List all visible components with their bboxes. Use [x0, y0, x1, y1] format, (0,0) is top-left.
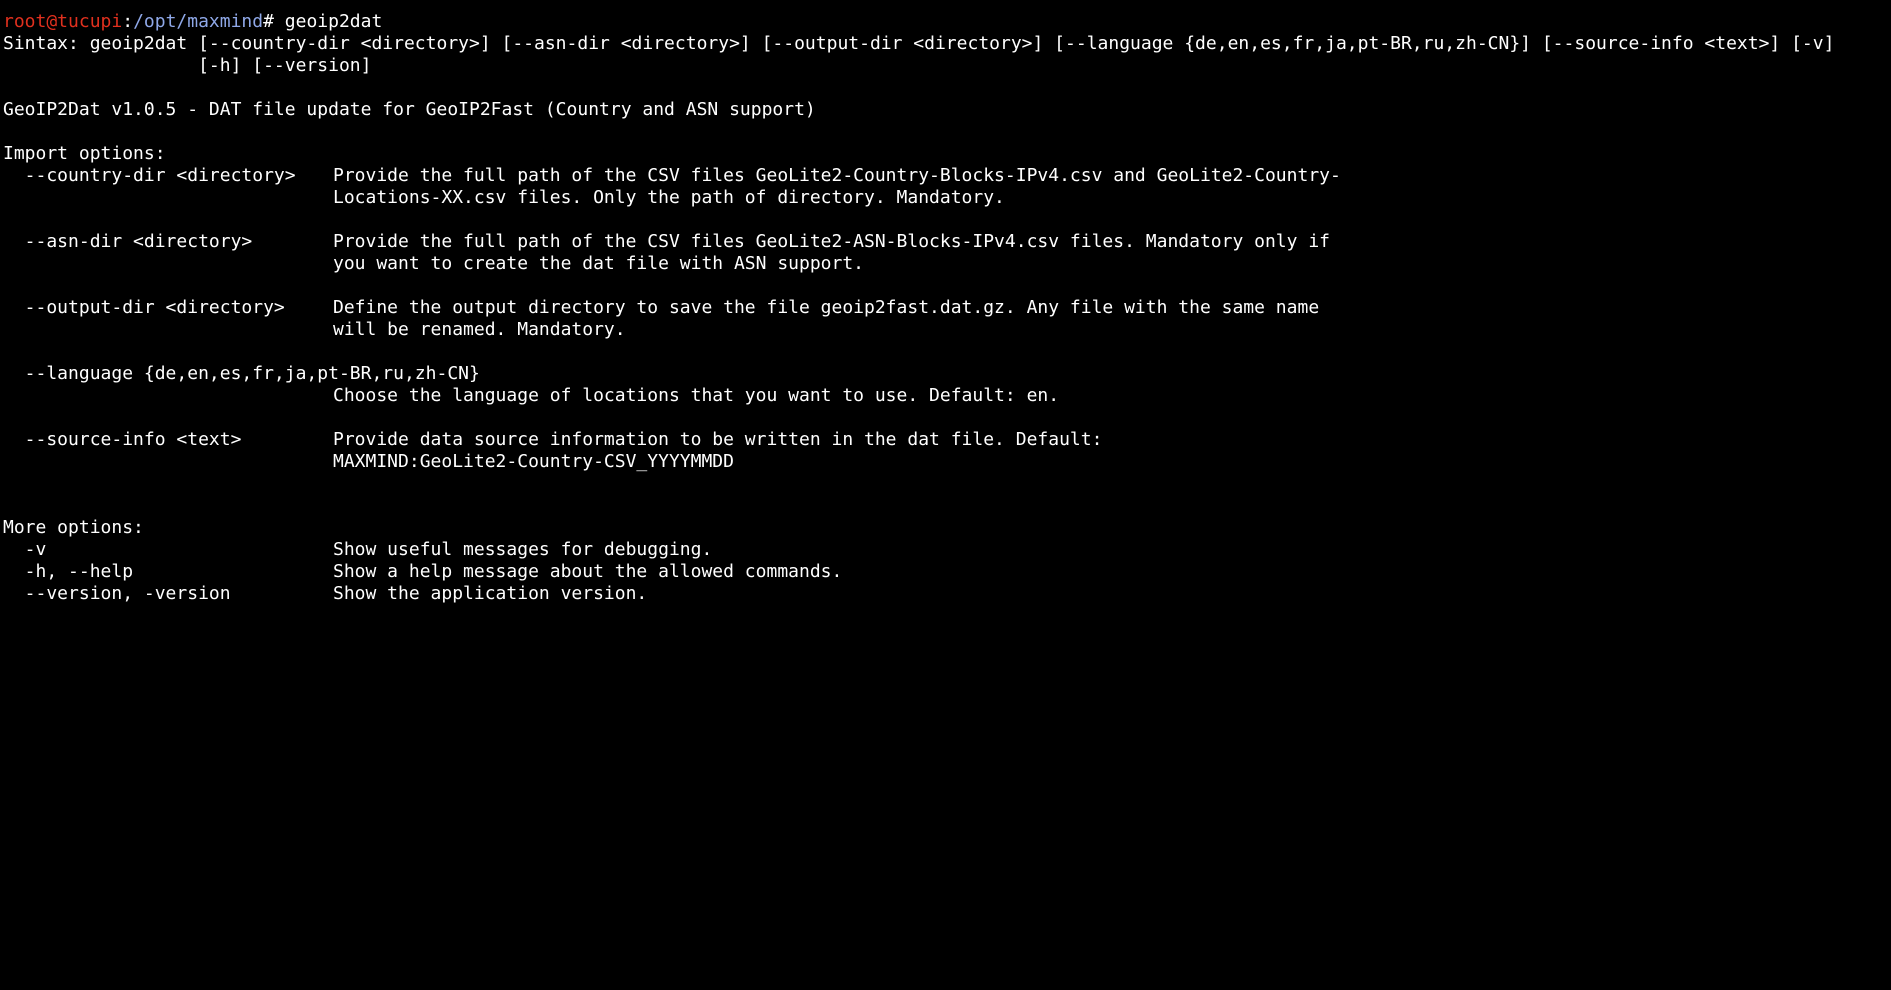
verbose-desc: Show useful messages for debugging.	[333, 539, 713, 560]
version-desc: Show the application version.	[333, 583, 648, 604]
help-desc: Show a help message about the allowed co…	[333, 561, 843, 582]
source-info-desc-2: MAXMIND:GeoLite2-Country-CSV_YYYYMMDD	[333, 451, 734, 472]
language-flag: --language {de,en,es,fr,ja,pt-BR,ru,zh-C…	[3, 363, 480, 384]
syntax-line-2: [-h] [--version]	[3, 55, 372, 76]
syntax-line-1: Sintax: geoip2dat [--country-dir <direct…	[3, 33, 1835, 54]
asn-dir-desc-1: Provide the full path of the CSV files G…	[333, 231, 1330, 252]
country-dir-desc-2: Locations-XX.csv files. Only the path of…	[333, 187, 1005, 208]
country-dir-desc-1: Provide the full path of the CSV files G…	[333, 165, 1341, 186]
prompt-colon: :	[122, 11, 134, 32]
output-dir-flag: --output-dir <directory>	[3, 297, 285, 318]
source-info-flag: --source-info <text>	[3, 429, 242, 450]
output-dir-desc-2: will be renamed. Mandatory.	[333, 319, 626, 340]
verbose-flag: -v	[3, 539, 47, 560]
import-options-heading: Import options:	[3, 143, 166, 164]
prompt-symbol: #	[263, 11, 274, 32]
source-info-desc-1: Provide data source information to be wr…	[333, 429, 1103, 450]
language-desc-1: Choose the language of locations that yo…	[333, 385, 1060, 406]
app-banner: GeoIP2Dat v1.0.5 - DAT file update for G…	[3, 99, 816, 120]
prompt-path: /opt/maxmind	[133, 11, 264, 32]
prompt-user-host: root@tucupi	[3, 11, 123, 32]
help-flag: -h, --help	[3, 561, 134, 582]
output-dir-desc-1: Define the output directory to save the …	[333, 297, 1320, 318]
terminal-window[interactable]: root@tucupi:/opt/maxmind# geoip2dat Sint…	[0, 0, 1891, 624]
more-options-heading: More options:	[3, 517, 144, 538]
command-prompt-line: root@tucupi:/opt/maxmind# geoip2dat	[3, 11, 382, 33]
country-dir-flag: --country-dir <directory>	[3, 165, 296, 186]
version-flag: --version, -version	[3, 583, 231, 604]
prompt-command: geoip2dat	[273, 11, 383, 32]
asn-dir-desc-2: you want to create the dat file with ASN…	[333, 253, 865, 274]
asn-dir-flag: --asn-dir <directory>	[3, 231, 253, 252]
